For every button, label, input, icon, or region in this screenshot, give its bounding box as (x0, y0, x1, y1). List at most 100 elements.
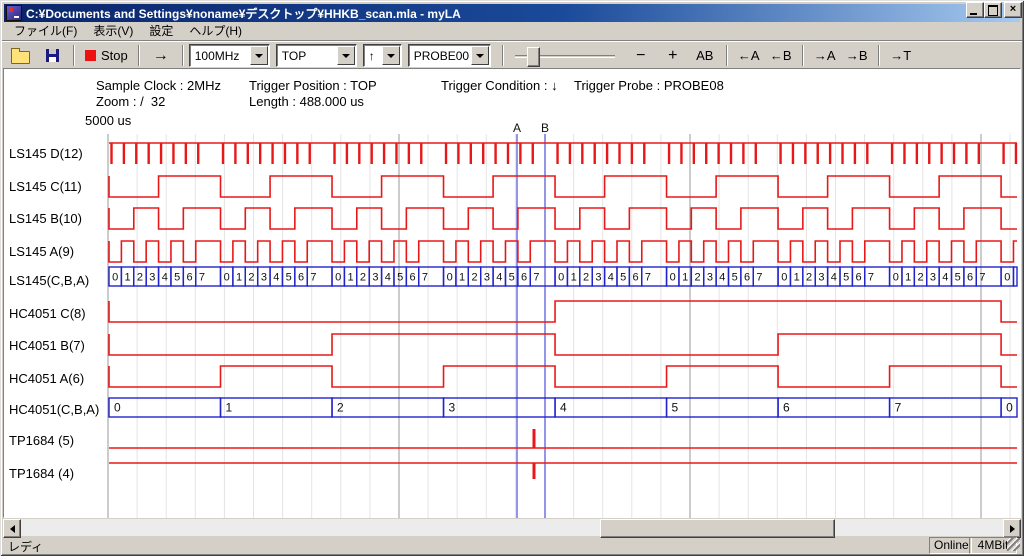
bus-value: 4 (385, 272, 391, 284)
bus-value: 1 (348, 272, 354, 284)
bus-value: 0 (670, 272, 676, 284)
bus-value: 7 (422, 272, 428, 284)
maximize-button[interactable] (984, 2, 1002, 18)
scroll-left-icon (10, 525, 15, 533)
bus-box (221, 398, 333, 417)
toolbar-separator (802, 45, 804, 66)
cursor-b-label: B (541, 121, 549, 135)
bus-value: 6 (409, 272, 415, 284)
toolbar-separator (73, 45, 75, 66)
title-bar[interactable]: C:¥Documents and Settings¥noname¥デスクトップ¥… (4, 4, 1020, 22)
bus-value: 6 (298, 272, 304, 284)
cursor-a-label: A (513, 121, 521, 135)
chevron-down-icon (387, 54, 395, 58)
bus-value: 6 (186, 272, 192, 284)
menu-toolbar-divider (2, 40, 1022, 42)
set-cursor-a-button[interactable]: →A (809, 45, 841, 67)
bus-value: 0 (224, 272, 230, 284)
menu-item-0[interactable]: ファイル(F) (6, 22, 85, 40)
menu-item-3[interactable]: ヘルプ(H) (181, 22, 250, 40)
bus-value: 7 (895, 401, 902, 415)
menu-item-2[interactable]: 設定 (141, 22, 181, 40)
scroll-right-button[interactable] (1003, 519, 1021, 538)
bus-value: 5 (397, 272, 403, 284)
window-icon[interactable] (6, 5, 22, 21)
stop-button[interactable]: Stop (80, 45, 133, 67)
toolbar-separator (182, 45, 184, 66)
scroll-left-button[interactable] (3, 519, 21, 538)
chevron-down-icon (342, 54, 350, 58)
bus-value: 3 (818, 272, 824, 284)
trigger-probe-combo[interactable]: PROBE00 (408, 44, 491, 67)
trigger-edge-value: ↑ (369, 49, 375, 63)
trigger-edge-combo[interactable]: ↑ (363, 44, 402, 67)
save-button[interactable] (36, 45, 68, 67)
combo-dropdown-button[interactable] (250, 46, 268, 65)
bus-value: 0 (1006, 401, 1013, 415)
zoom-out-button[interactable]: − (625, 45, 657, 67)
trigger-position-combo[interactable]: TOP (276, 44, 357, 67)
bus-value: 0 (558, 272, 564, 284)
goto-cursor-b-button[interactable]: ←B (765, 45, 797, 67)
bus-value: 0 (114, 401, 121, 415)
set-cursor-b-button[interactable]: →B (841, 45, 873, 67)
combo-dropdown-button[interactable] (471, 46, 489, 65)
close-button[interactable]: × (1004, 2, 1022, 18)
wave-ls145-a-9 (109, 241, 1017, 262)
waveform-canvas[interactable]: AB01234567012345670123456701234567012345… (4, 69, 1022, 519)
zoom-slider-thumb[interactable] (527, 47, 540, 67)
bus-value: 7 (756, 272, 762, 284)
scrollbar-thumb[interactable] (600, 519, 835, 538)
zoom-in-button[interactable]: + (657, 45, 689, 67)
bus-value: 4 (719, 272, 725, 284)
run-button[interactable]: → (145, 45, 177, 67)
bus-value: 7 (310, 272, 316, 284)
horizontal-scrollbar[interactable] (3, 519, 1021, 536)
menu-bar: ファイル(F)表示(V)設定ヘルプ(H) (4, 22, 1022, 40)
goto-cursor-a-button[interactable]: ←A (733, 45, 765, 67)
bus-value: 1 (125, 272, 131, 284)
bus-value: 2 (248, 272, 254, 284)
bus-value: 3 (707, 272, 713, 284)
combo-dropdown-button[interactable] (337, 46, 355, 65)
sample-clock-combo[interactable]: 100MHz (189, 44, 270, 67)
bus-value: 6 (856, 272, 862, 284)
trigger-position-value: TOP (282, 49, 306, 63)
bus-value: 3 (261, 272, 267, 284)
bus-value: 0 (893, 272, 899, 284)
close-icon: × (1010, 3, 1016, 15)
bus-value: 5 (620, 272, 626, 284)
save-floppy-icon (46, 49, 59, 62)
minimize-button[interactable] (966, 2, 984, 18)
bus-box (555, 398, 667, 417)
bus-value: 1 (682, 272, 688, 284)
ab-span-button[interactable]: AB (689, 45, 721, 67)
app-window: { "window": { "title": "C:¥Documents and… (0, 0, 1024, 556)
toolbar-separator (502, 45, 504, 66)
bus-value: 1 (571, 272, 577, 284)
wave-hc4051-b-7 (109, 334, 1017, 355)
bus-value: 3 (930, 272, 936, 284)
bus-box (1013, 267, 1017, 286)
open-folder-icon (11, 51, 30, 64)
open-button[interactable] (4, 45, 36, 67)
bus-value: 7 (868, 272, 874, 284)
combo-dropdown-button[interactable] (382, 46, 400, 65)
bus-box (109, 398, 221, 417)
bus-value: 4 (608, 272, 614, 284)
bus-value: 4 (273, 272, 279, 284)
zoom-slider[interactable] (515, 45, 615, 67)
wave-hc4051-a-6 (109, 366, 1017, 387)
resize-grip-icon[interactable] (1007, 538, 1020, 551)
goto-trigger-button[interactable]: →T (885, 45, 917, 67)
waveform-panel: Sample Clock : 2MHz Trigger Position : T… (3, 68, 1021, 518)
bus-value: 6 (744, 272, 750, 284)
bus-value: 6 (783, 401, 790, 415)
bus-value: 7 (533, 272, 539, 284)
run-arrow-icon: → (153, 47, 169, 65)
menu-item-1[interactable]: 表示(V) (85, 22, 141, 40)
bus-value: 5 (509, 272, 515, 284)
bus-value: 2 (806, 272, 812, 284)
toolbar-separator (138, 45, 140, 66)
stop-label: Stop (101, 48, 128, 63)
